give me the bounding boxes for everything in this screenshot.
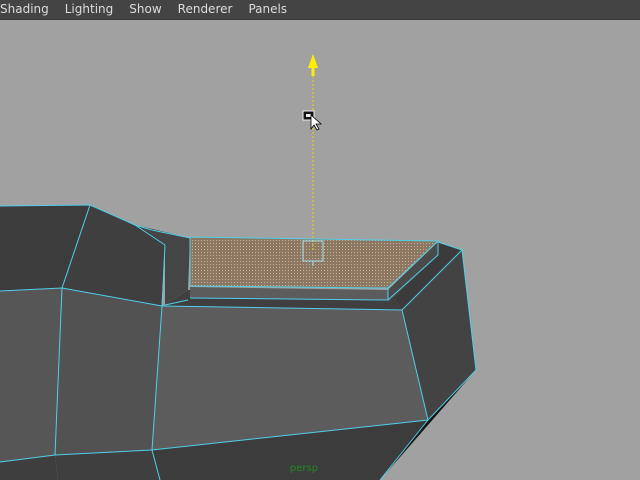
mouse-cursor-icon [302, 110, 323, 131]
up-arrow-icon[interactable] [308, 54, 318, 68]
menu-shading[interactable]: Shading [0, 0, 57, 19]
camera-label: persp [289, 463, 319, 474]
mesh-face[interactable] [55, 288, 162, 455]
menu-lighting[interactable]: Lighting [57, 0, 122, 19]
menu-show[interactable]: Show [121, 0, 169, 19]
menu-panels[interactable]: Panels [240, 0, 295, 19]
mesh-face[interactable] [0, 288, 62, 462]
menu-renderer[interactable]: Renderer [170, 0, 241, 19]
move-manipulator[interactable] [302, 54, 324, 266]
manipulator-arrow-shaft[interactable] [311, 66, 315, 76]
viewport-window: Shading Lighting Show Renderer Panels pe… [0, 0, 640, 480]
scene-canvas[interactable] [0, 20, 640, 480]
perspective-viewport[interactable]: persp [0, 20, 640, 480]
panel-menubar: Shading Lighting Show Renderer Panels [0, 0, 640, 20]
